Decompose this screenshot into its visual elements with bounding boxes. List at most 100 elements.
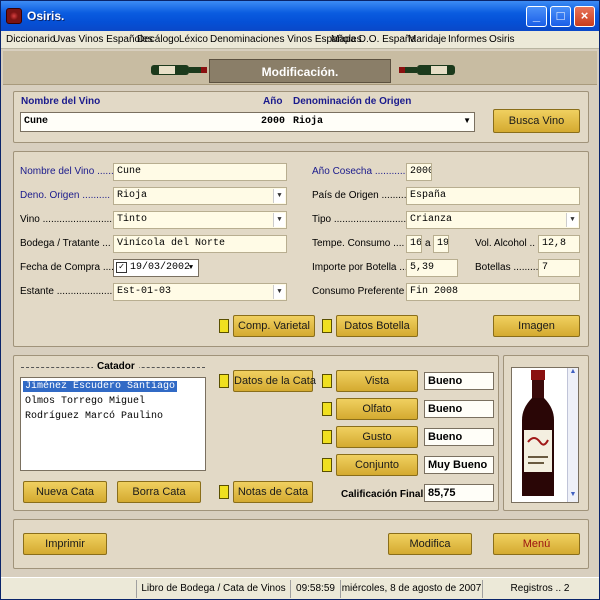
conjunto-indicator [322, 458, 332, 472]
varietal-indicator [219, 319, 229, 333]
temp-separator: a [425, 238, 431, 249]
datos-botella-indicator [322, 319, 332, 333]
imagen-button[interactable]: Imagen [493, 315, 580, 337]
calificacion-value: 85,75 [424, 484, 494, 502]
cosecha-field[interactable]: 2000 [406, 163, 432, 181]
tipo-label: Tipo ........................... [312, 214, 409, 225]
app-window: Osiris. _ □ × Diccionario Uvas Vinos Esp… [0, 0, 600, 600]
pais-label: País de Origen .......... [312, 190, 410, 201]
menu-button[interactable]: Menú [493, 533, 580, 555]
consumo-field[interactable]: Fin 2008 [406, 283, 580, 301]
menu-mapa[interactable]: Mapa D.O. España [331, 34, 416, 45]
vista-value: Bueno [424, 372, 494, 390]
importe-field[interactable]: 5,39 [406, 259, 458, 277]
botellas-label: Botellas ......... [475, 262, 539, 273]
search-row-name: Cune [24, 116, 49, 127]
status-bar: Libro de Bodega / Cata de Vinos 09:58:59… [1, 577, 599, 599]
consumo-label: Consumo Preferente . [312, 286, 410, 297]
tipo-combo[interactable]: Crianza ▼ [406, 211, 580, 229]
list-item[interactable]: Olmos Torrego Miguel [23, 396, 147, 407]
wine-image: ▲ ▼ [511, 367, 579, 503]
chevron-down-icon[interactable]: ▼ [463, 116, 471, 125]
app-icon [6, 8, 22, 24]
chevron-down-icon[interactable]: ▼ [273, 285, 285, 299]
vista-indicator [322, 374, 332, 388]
notas-cata-button[interactable]: Notas de Cata [233, 481, 313, 503]
busca-vino-button[interactable]: Busca Vino [493, 109, 580, 133]
vista-button[interactable]: Vista [336, 370, 418, 392]
chevron-down-icon[interactable]: ▼ [273, 189, 285, 203]
minimize-button[interactable]: _ [526, 6, 547, 27]
temp-max-field[interactable]: 19 [433, 235, 449, 253]
catador-label: Catador [93, 361, 139, 372]
gusto-button[interactable]: Gusto [336, 426, 418, 448]
cosecha-label: Año Cosecha ........... [312, 166, 406, 177]
comp-varietal-button[interactable]: Comp. Varietal [233, 315, 315, 337]
fecha-value: 19/03/2002 [130, 262, 191, 273]
vino-label: Vino ......................... [20, 214, 113, 225]
menu-bar: Diccionario Uvas Vinos Españoles Decálog… [1, 31, 599, 49]
close-button[interactable]: × [574, 6, 595, 27]
tipo-value: Crianza [410, 214, 453, 225]
borra-cata-button[interactable]: Borra Cata [117, 481, 201, 503]
vino-combo[interactable]: Tinto ▼ [113, 211, 287, 229]
scroll-down-icon[interactable]: ▼ [568, 491, 578, 502]
chevron-down-icon[interactable]: ▼ [273, 213, 285, 227]
temp-min-field[interactable]: 16 [406, 235, 422, 253]
search-do-label: Denominación de Origen [293, 96, 412, 107]
chevron-down-icon[interactable]: ▼ [185, 261, 197, 275]
alcohol-field[interactable]: 12,8 [538, 235, 580, 253]
list-item[interactable]: Jiménez Escudero Santiago [23, 381, 178, 392]
title-bar[interactable]: Osiris. _ □ × [1, 1, 599, 31]
temp-label: Tempe. Consumo .... [312, 238, 405, 249]
fecha-label: Fecha de Compra .... [20, 262, 114, 273]
status-empty [1, 580, 136, 598]
deno-value: Rioja [117, 190, 148, 201]
search-year-label: Año [263, 96, 283, 107]
bodega-field[interactable]: Vinícola del Norte [113, 235, 287, 253]
datos-botella-button[interactable]: Datos Botella [336, 315, 418, 337]
datos-cata-button[interactable]: Datos de la Cata [233, 370, 316, 392]
nombre-label: Nombre del Vino ...... [20, 166, 114, 177]
status-time: 09:58:59 [290, 580, 340, 598]
deno-combo[interactable]: Rioja ▼ [113, 187, 287, 205]
botellas-field[interactable]: 7 [538, 259, 580, 277]
menu-maridaje[interactable]: Maridaje [408, 34, 446, 45]
importe-label: Importe por Botella ... [312, 262, 408, 273]
bottle-right-icon [399, 65, 455, 75]
scroll-up-icon[interactable]: ▲ [568, 368, 578, 379]
fecha-checkbox[interactable]: ✓ [116, 262, 127, 273]
estante-value: Est-01-03 [117, 286, 172, 297]
imprimir-button[interactable]: Imprimir [23, 533, 107, 555]
gusto-indicator [322, 430, 332, 444]
deno-label: Deno. Origen .......... [20, 190, 111, 201]
notas-cata-indicator [219, 485, 229, 499]
modifica-button[interactable]: Modifica [388, 533, 472, 555]
gusto-value: Bueno [424, 428, 494, 446]
datos-cata-indicator [219, 374, 229, 388]
wine-bottle-image [522, 370, 554, 496]
pais-field[interactable]: España [406, 187, 580, 205]
chevron-down-icon[interactable]: ▼ [566, 213, 578, 227]
status-records: Registros .. 2 [482, 580, 597, 598]
status-date: miércoles, 8 de agosto de 2007 [340, 580, 482, 598]
estante-combo[interactable]: Est-01-03 ▼ [113, 283, 287, 301]
nombre-field[interactable]: Cune [113, 163, 287, 181]
menu-diccionario[interactable]: Diccionario [6, 34, 55, 45]
catador-list[interactable]: Jiménez Escudero Santiago Olmos Torrego … [20, 377, 206, 471]
fecha-picker[interactable]: ✓ 19/03/2002 ▼ [113, 259, 199, 277]
maximize-button[interactable]: □ [550, 6, 571, 27]
olfato-button[interactable]: Olfato [336, 398, 418, 420]
menu-informes[interactable]: Informes [448, 34, 487, 45]
window-title: Osiris. [27, 9, 65, 23]
search-row-year: 2000 [261, 116, 286, 127]
menu-lexico[interactable]: Léxico [179, 34, 208, 45]
list-item[interactable]: Rodríguez Marcó Paulino [23, 411, 165, 422]
bottle-left-icon [151, 65, 207, 75]
menu-osiris[interactable]: Osiris [489, 34, 515, 45]
nueva-cata-button[interactable]: Nueva Cata [23, 481, 107, 503]
image-scrollbar[interactable]: ▲ ▼ [567, 368, 578, 502]
menu-decalogo[interactable]: Decálogo [137, 34, 179, 45]
conjunto-button[interactable]: Conjunto [336, 454, 418, 476]
wine-search-combo[interactable]: Cune 2000 Rioja ▼ [20, 112, 475, 132]
